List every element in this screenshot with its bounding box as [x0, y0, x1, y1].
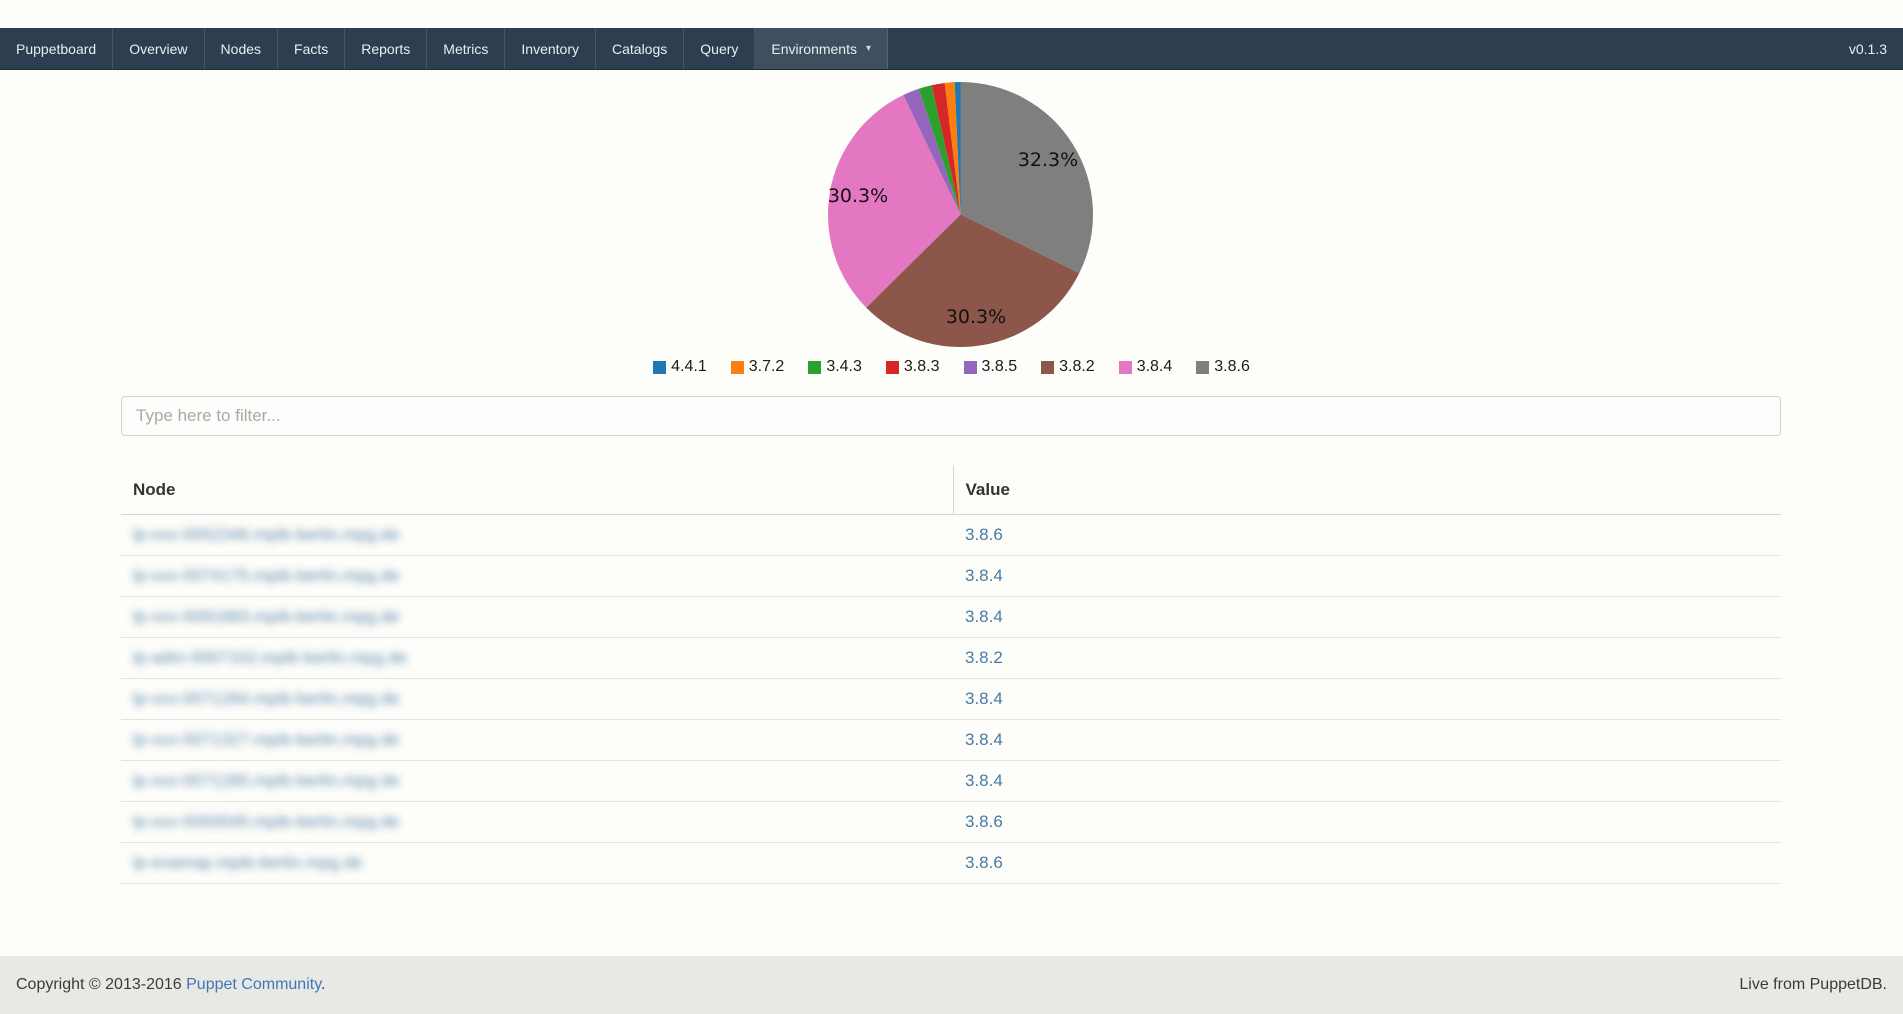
value-link[interactable]: 3.8.6	[965, 812, 1003, 831]
legend-label: 3.8.2	[1059, 358, 1095, 376]
pie-chart-svg	[828, 82, 1093, 347]
nav-item-environments[interactable]: Environments ▾	[755, 28, 888, 69]
chart-legend: 4.4.1 3.7.2 3.4.3 3.8.3 3.8.5 3.8.2 3.8.4 3.8.6	[0, 358, 1903, 376]
legend-swatch-icon	[653, 361, 666, 374]
table-row: lp-xxx-0071285.mpib-berlin.mpg.de 3.8.4	[121, 761, 1781, 802]
table-header-row: Node Value	[121, 465, 1781, 515]
fact-table: Node Value lp-xxx-0052346.mpib-berlin.mp…	[121, 465, 1781, 884]
node-link-blurred[interactable]: lp-xxx-0071327.mpib-berlin.mpg.de	[133, 730, 399, 749]
table-row: lp-adm-0007102.mpib-berlin.mpg.de 3.8.2	[121, 638, 1781, 679]
puppet-community-link[interactable]: Puppet Community	[186, 976, 321, 993]
footer-copyright-period: .	[321, 976, 325, 993]
nav-menu: PuppetboardOverviewNodesFactsReportsMetr…	[0, 28, 888, 69]
legend-swatch-icon	[1119, 361, 1132, 374]
node-link-blurred[interactable]: lp-xxx-0074175.mpib-berlin.mpg.de	[133, 566, 399, 585]
legend-item-4.4.1: 4.4.1	[653, 358, 707, 376]
filter-input[interactable]	[121, 396, 1781, 436]
legend-item-3.4.3: 3.4.3	[808, 358, 862, 376]
value-link[interactable]: 3.8.6	[965, 525, 1003, 544]
legend-item-3.7.2: 3.7.2	[731, 358, 785, 376]
nav-item-metrics[interactable]: Metrics	[427, 28, 505, 69]
legend-label: 3.8.6	[1214, 358, 1250, 376]
legend-swatch-icon	[1041, 361, 1054, 374]
legend-item-3.8.3: 3.8.3	[886, 358, 940, 376]
node-link-blurred[interactable]: lp-xxx-0071284.mpib-berlin.mpg.de	[133, 689, 399, 708]
column-header-value: Value	[953, 465, 1781, 515]
legend-swatch-icon	[808, 361, 821, 374]
value-link[interactable]: 3.8.4	[965, 607, 1003, 626]
legend-swatch-icon	[731, 361, 744, 374]
footer-copyright-text: Copyright © 2013-2016	[16, 976, 186, 993]
column-header-node: Node	[121, 465, 953, 515]
legend-label: 3.8.3	[904, 358, 940, 376]
footer-status: Live from PuppetDB.	[1739, 976, 1887, 994]
table-row: lp-evamap.mpib-berlin.mpg.de 3.8.6	[121, 843, 1781, 884]
legend-label: 3.8.4	[1137, 358, 1173, 376]
nav-item-inventory[interactable]: Inventory	[505, 28, 596, 69]
nav-spacer	[888, 28, 1833, 69]
table-row: lp-xxx-0052346.mpib-berlin.mpg.de 3.8.6	[121, 515, 1781, 556]
value-link[interactable]: 3.8.2	[965, 648, 1003, 667]
legend-item-3.8.4: 3.8.4	[1119, 358, 1173, 376]
footer: Copyright © 2013-2016 Puppet Community. …	[0, 956, 1903, 1014]
value-link[interactable]: 3.8.4	[965, 771, 1003, 790]
node-link-blurred[interactable]: lp-evamap.mpib-berlin.mpg.de	[133, 853, 363, 872]
legend-swatch-icon	[964, 361, 977, 374]
node-link-blurred[interactable]: lp-xxx-0093045.mpib-berlin.mpg.de	[133, 812, 399, 831]
legend-label: 3.7.2	[749, 358, 785, 376]
value-link[interactable]: 3.8.4	[965, 730, 1003, 749]
nav-item-environments-label: Environments	[771, 41, 857, 57]
table-row: lp-xxx-0071327.mpib-berlin.mpg.de 3.8.4	[121, 720, 1781, 761]
node-link-blurred[interactable]: lp-xxx-0091883.mpib-berlin.mpg.de	[133, 607, 399, 626]
table-row: lp-xxx-0093045.mpib-berlin.mpg.de 3.8.6	[121, 802, 1781, 843]
nav-item-facts[interactable]: Facts	[278, 28, 345, 69]
table-row: lp-xxx-0074175.mpib-berlin.mpg.de 3.8.4	[121, 556, 1781, 597]
node-link-blurred[interactable]: lp-xxx-0071285.mpib-berlin.mpg.de	[133, 771, 399, 790]
node-link-blurred[interactable]: lp-xxx-0052346.mpib-berlin.mpg.de	[133, 525, 399, 544]
node-link-blurred[interactable]: lp-adm-0007102.mpib-berlin.mpg.de	[133, 648, 407, 667]
legend-swatch-icon	[1196, 361, 1209, 374]
value-link[interactable]: 3.8.4	[965, 689, 1003, 708]
legend-item-3.8.5: 3.8.5	[964, 358, 1018, 376]
version-label: v0.1.3	[1833, 28, 1903, 69]
nav-item-reports[interactable]: Reports	[345, 28, 427, 69]
nav-item-overview[interactable]: Overview	[113, 28, 204, 69]
legend-label: 4.4.1	[671, 358, 707, 376]
nav-item-query[interactable]: Query	[684, 28, 755, 69]
value-link[interactable]: 3.8.4	[965, 566, 1003, 585]
legend-label: 3.4.3	[826, 358, 862, 376]
table-row: lp-xxx-0091883.mpib-berlin.mpg.de 3.8.4	[121, 597, 1781, 638]
legend-item-3.8.6: 3.8.6	[1196, 358, 1250, 376]
navbar: PuppetboardOverviewNodesFactsReportsMetr…	[0, 28, 1903, 70]
nav-item-puppetboard[interactable]: Puppetboard	[0, 28, 113, 69]
legend-swatch-icon	[886, 361, 899, 374]
table-row: lp-xxx-0071284.mpib-berlin.mpg.de 3.8.4	[121, 679, 1781, 720]
nav-item-catalogs[interactable]: Catalogs	[596, 28, 684, 69]
footer-copyright: Copyright © 2013-2016 Puppet Community.	[16, 976, 325, 994]
nav-item-nodes[interactable]: Nodes	[205, 28, 278, 69]
legend-item-3.8.2: 3.8.2	[1041, 358, 1095, 376]
chevron-down-icon: ▾	[866, 43, 871, 54]
legend-label: 3.8.5	[982, 358, 1018, 376]
value-link[interactable]: 3.8.6	[965, 853, 1003, 872]
fact-pie-chart: 32.3% 30.3% 30.3%	[828, 82, 1093, 347]
